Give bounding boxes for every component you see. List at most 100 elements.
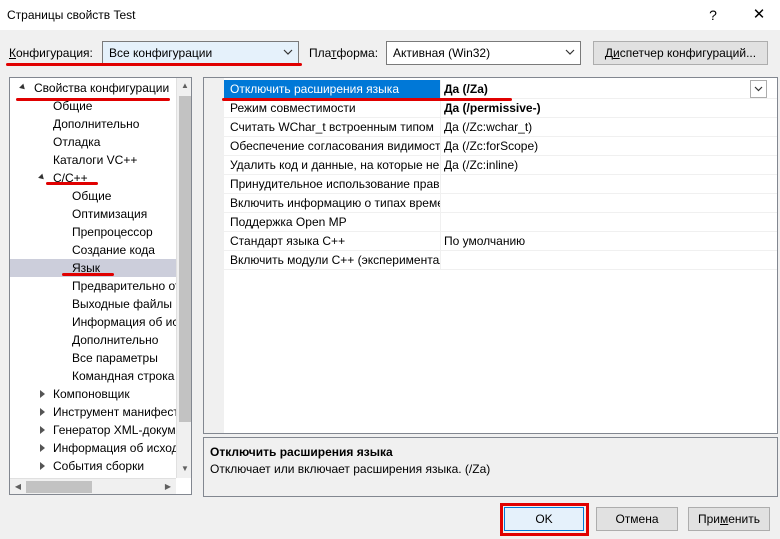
- property-value[interactable]: По умолчанию: [442, 232, 755, 251]
- expanded-arrow-icon[interactable]: [19, 83, 27, 92]
- tree-item[interactable]: Дополнительно: [10, 115, 176, 133]
- property-value[interactable]: Да (/Zc:wchar_t): [442, 118, 755, 137]
- scroll-left-icon[interactable]: ◀: [10, 482, 26, 491]
- scroll-down-icon[interactable]: ▼: [177, 464, 191, 473]
- property-name: Стандарт языка C++: [224, 232, 441, 251]
- property-row[interactable]: Включить модули C++ (экспериментальная ф…: [224, 251, 777, 270]
- window-title: Страницы свойств Test: [7, 8, 136, 22]
- tree-item[interactable]: Информация об исходном коде: [10, 439, 191, 457]
- tree-item[interactable]: Отладка: [10, 133, 176, 151]
- property-value[interactable]: Да (/permissive-): [442, 99, 755, 118]
- tree-item-label: Оптимизация: [72, 207, 148, 221]
- tree-vertical-scroll-thumb[interactable]: [179, 96, 191, 422]
- tree-item[interactable]: Общие: [10, 187, 176, 205]
- tree-item[interactable]: Оптимизация: [10, 205, 176, 223]
- annotation-underline-cpp: [46, 182, 98, 185]
- tree-item-label: Каталоги VC++: [53, 153, 138, 167]
- collapsed-arrow-icon[interactable]: [40, 390, 45, 398]
- property-row[interactable]: Принудительное использование правил: [224, 175, 777, 194]
- tree-vertical-scrollbar[interactable]: ▲ ▼: [176, 78, 191, 478]
- tree-item-label: Отладка: [53, 135, 101, 149]
- configuration-manager-button[interactable]: Диспетчер конфигураций...: [593, 41, 768, 65]
- platform-dropdown[interactable]: Активная (Win32): [386, 41, 581, 65]
- tree-item[interactable]: События сборки: [10, 457, 176, 475]
- tree-item[interactable]: Выходные файлы: [10, 295, 176, 313]
- property-value[interactable]: [442, 213, 755, 232]
- value-dropdown-button[interactable]: [750, 80, 767, 98]
- chevron-down-icon: [565, 49, 575, 55]
- property-value[interactable]: Да (/Za): [442, 80, 755, 99]
- tree-item-label: Все параметры: [72, 351, 158, 365]
- property-row[interactable]: Обеспечение согласования видимости Да (/Z…: [224, 137, 777, 156]
- platform-value: Активная (Win32): [393, 46, 491, 60]
- tree-item-label: Дополнительно: [53, 117, 140, 131]
- tree-item[interactable]: Каталоги VC++: [10, 151, 176, 169]
- tree-item-label: Инструмент манифеста: [53, 405, 186, 419]
- tree-item-label: Общие: [72, 189, 112, 203]
- tree-item-label: Дополнительно: [72, 333, 159, 347]
- scroll-right-icon[interactable]: ▶: [160, 482, 176, 491]
- description-text: Отключает или включает расширения языка.…: [210, 462, 491, 476]
- tree-item[interactable]: Предварительно откомпилированные заголов…: [10, 277, 191, 295]
- description-panel: Отключить расширения языка Отключает или…: [203, 437, 778, 497]
- tree-item[interactable]: Дополнительно: [10, 331, 176, 349]
- tree-item[interactable]: Препроцессор: [10, 223, 176, 241]
- collapsed-arrow-icon[interactable]: [40, 426, 45, 434]
- tree-horizontal-scrollbar[interactable]: ◀ ▶: [10, 478, 176, 494]
- property-value[interactable]: Да (/Zc:forScope): [442, 137, 755, 156]
- tree-item[interactable]: Свойства конфигурации: [10, 79, 176, 97]
- tree-item-label: Создание кода: [72, 243, 155, 257]
- tree-item[interactable]: Все параметры: [10, 349, 176, 367]
- property-name: Режим совместимости: [224, 99, 441, 118]
- tree-item[interactable]: Генератор XML-документов: [10, 421, 191, 439]
- tree-item[interactable]: Командная строка: [10, 367, 176, 385]
- tree-item-label: Предварительно откомпилированные заголов…: [72, 279, 191, 293]
- property-value[interactable]: [442, 175, 755, 194]
- property-name: Считать WChar_t встроенным типом: [224, 118, 441, 137]
- apply-button[interactable]: Применить: [688, 507, 770, 531]
- property-name: Включить информацию о типах времени выпо…: [224, 194, 441, 213]
- property-row[interactable]: Удалить код и данные, на которые не ссыл…: [224, 156, 777, 175]
- property-name: Принудительное использование правил: [224, 175, 441, 194]
- tree-horizontal-scroll-thumb[interactable]: [26, 481, 92, 493]
- tree-item[interactable]: Информация об исходном коде: [10, 313, 191, 331]
- collapsed-arrow-icon[interactable]: [40, 462, 45, 470]
- property-grid: Отключить расширения языка Да (/Za) Режим …: [203, 77, 778, 434]
- tree-item-label: Информация об исходном коде: [72, 315, 191, 329]
- tree-item-label: Генератор XML-документов: [53, 423, 192, 437]
- property-row[interactable]: Отключить расширения языка Да (/Za): [224, 80, 777, 99]
- configuration-dropdown[interactable]: Все конфигурации: [102, 41, 299, 65]
- tree-item-label: Информация об исходном коде: [53, 441, 191, 455]
- collapsed-arrow-icon[interactable]: [40, 444, 45, 452]
- title-bar: Страницы свойств Test ? ✕: [0, 0, 780, 30]
- property-value[interactable]: Да (/Zc:inline): [442, 156, 755, 175]
- help-button[interactable]: ?: [700, 3, 726, 27]
- property-name: Удалить код и данные, на которые не ссыл…: [224, 156, 441, 175]
- tree-item[interactable]: Компоновщик: [10, 385, 176, 403]
- property-value[interactable]: [442, 194, 755, 213]
- configuration-label: Конфигурация:: [9, 46, 93, 60]
- tree-item-label: Командная строка: [72, 369, 175, 383]
- property-row[interactable]: Включить информацию о типах времени выпо…: [224, 194, 777, 213]
- annotation-underline-config-properties: [16, 98, 170, 101]
- property-row[interactable]: Поддержка Open MP: [224, 213, 777, 232]
- property-row[interactable]: Считать WChar_t встроенным типом Да (/Zc:…: [224, 118, 777, 137]
- property-name: Включить модули C++ (экспериментальная ф…: [224, 251, 441, 270]
- tree-item[interactable]: Инструмент манифеста: [10, 403, 185, 421]
- cancel-button[interactable]: Отмена: [596, 507, 678, 531]
- close-button[interactable]: ✕: [742, 3, 776, 27]
- property-value[interactable]: [442, 251, 755, 270]
- annotation-box-ok: [500, 503, 589, 536]
- property-row[interactable]: Стандарт языка C++ По умолчанию: [224, 232, 777, 251]
- tree-item[interactable]: Создание кода: [10, 241, 176, 259]
- tree-item-label: Компоновщик: [53, 387, 130, 401]
- collapsed-arrow-icon[interactable]: [40, 408, 45, 416]
- tree-item-label: События сборки: [53, 459, 145, 473]
- scroll-up-icon[interactable]: ▲: [177, 81, 191, 90]
- expanded-arrow-icon[interactable]: [38, 173, 46, 182]
- property-name: Обеспечение согласования видимости: [224, 137, 441, 156]
- property-name: Поддержка Open MP: [224, 213, 441, 232]
- tree-item-label: Препроцессор: [72, 225, 153, 239]
- chevron-down-icon: [283, 49, 293, 55]
- property-row[interactable]: Режим совместимости Да (/permissive-): [224, 99, 777, 118]
